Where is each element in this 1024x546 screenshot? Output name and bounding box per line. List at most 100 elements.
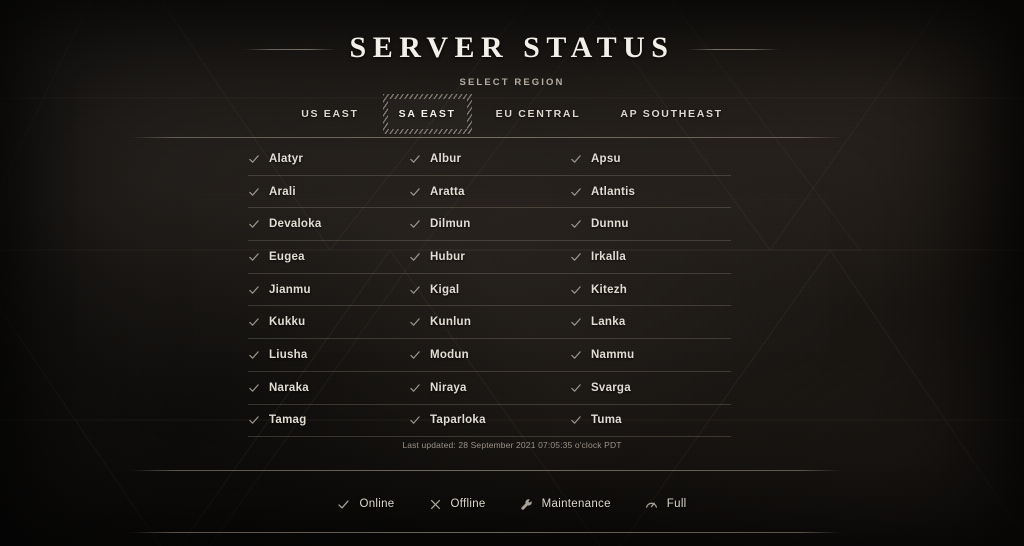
server-name: Modun: [430, 348, 469, 361]
server-entry: Nammu: [570, 349, 731, 361]
last-updated-text: Last updated: 28 September 2021 07:05:35…: [402, 440, 622, 450]
server-name: Eugea: [269, 250, 305, 263]
server-name: Naraka: [269, 381, 309, 394]
check-icon: [337, 498, 350, 511]
check-icon: [409, 284, 421, 296]
server-entry: Taparloka: [409, 414, 570, 426]
check-icon: [409, 153, 421, 165]
check-icon: [409, 316, 421, 328]
server-entry: Dunnu: [570, 218, 731, 230]
server-name: Nammu: [591, 348, 635, 361]
status-legend: Online Offline Maintenance Full: [0, 489, 1024, 519]
server-entry: Naraka: [248, 382, 409, 394]
legend-item-maintenance: Maintenance: [520, 498, 611, 511]
check-icon: [248, 382, 260, 394]
server-name: Apsu: [591, 152, 621, 165]
server-entry: Irkalla: [570, 251, 731, 263]
server-name: Arali: [269, 185, 296, 198]
select-region-label: SELECT REGION: [459, 77, 565, 88]
server-row: Arali Aratta Atlantis: [248, 176, 731, 209]
server-list: Alatyr Albur Apsu Arali Aratta Atlantis Devalo…: [248, 143, 731, 438]
check-icon: [248, 186, 260, 198]
check-icon: [409, 251, 421, 263]
legend-label: Offline: [450, 498, 486, 510]
region-tab-sa-east[interactable]: SA EAST: [379, 98, 476, 130]
divider-legend-bottom: [130, 532, 842, 533]
region-tab-label: EU CENTRAL: [495, 107, 581, 120]
server-entry: Niraya: [409, 382, 570, 394]
region-tabs: US EAST SA EAST EU CENTRAL AP SOUTHEAST: [0, 96, 1024, 131]
server-name: Aratta: [430, 185, 465, 198]
server-name: Alatyr: [269, 152, 304, 165]
server-name: Kitezh: [591, 283, 627, 296]
server-entry: Alatyr: [248, 153, 409, 165]
server-name: Tuma: [591, 414, 622, 427]
region-tab-label: AP SOUTHEAST: [620, 107, 723, 120]
check-icon: [248, 218, 260, 230]
server-name: Dilmun: [430, 218, 471, 231]
server-name: Lanka: [591, 316, 626, 329]
server-entry: Albur: [409, 153, 570, 165]
title-rule-left: [243, 48, 336, 50]
server-entry: Kitezh: [570, 284, 731, 296]
divider-top: [130, 137, 842, 138]
legend-label: Full: [666, 498, 687, 510]
wrench-icon: [520, 498, 533, 511]
server-entry: Apsu: [570, 153, 731, 165]
server-entry: Lanka: [570, 316, 731, 328]
server-name: Jianmu: [269, 283, 311, 296]
check-icon: [570, 153, 582, 165]
check-icon: [248, 316, 260, 328]
server-entry: Tamag: [248, 414, 409, 426]
server-name: Kunlun: [430, 316, 472, 329]
server-name: Taparloka: [430, 414, 486, 427]
check-icon: [570, 186, 582, 198]
server-row: Liusha Modun Nammu: [248, 339, 731, 372]
legend-label: Maintenance: [541, 498, 611, 510]
server-entry: Kigal: [409, 284, 570, 296]
server-status-page: SERVER STATUS SELECT REGION US EAST SA E…: [0, 0, 1024, 546]
server-row: Naraka Niraya Svarga: [248, 372, 731, 405]
server-name: Kukku: [269, 316, 306, 329]
server-name: Kigal: [430, 283, 460, 296]
check-icon: [570, 284, 582, 296]
legend-item-full: Full: [645, 498, 687, 511]
server-entry: Aratta: [409, 186, 570, 198]
server-name: Liusha: [269, 348, 308, 361]
server-entry: Dilmun: [409, 218, 570, 230]
check-icon: [570, 349, 582, 361]
check-icon: [409, 382, 421, 394]
page-title: SERVER STATUS: [349, 31, 675, 64]
region-tab-ap-southeast[interactable]: AP SOUTHEAST: [600, 98, 742, 130]
check-icon: [409, 186, 421, 198]
server-entry: Liusha: [248, 349, 409, 361]
server-entry: Tuma: [570, 414, 731, 426]
page-header: SERVER STATUS: [0, 31, 1024, 67]
server-entry: Kunlun: [409, 316, 570, 328]
region-tab-eu-central[interactable]: EU CENTRAL: [476, 98, 601, 130]
legend-item-online: Online: [337, 498, 394, 511]
server-row: Eugea Hubur Irkalla: [248, 241, 731, 274]
server-entry: Devaloka: [248, 218, 409, 230]
check-icon: [570, 251, 582, 263]
server-name: Svarga: [591, 381, 631, 394]
server-name: Irkalla: [591, 250, 626, 263]
check-icon: [570, 218, 582, 230]
legend-label: Online: [359, 498, 395, 510]
server-row: Jianmu Kigal Kitezh: [248, 274, 731, 307]
region-tab-us-east[interactable]: US EAST: [281, 98, 378, 130]
check-icon: [248, 414, 260, 426]
server-entry: Svarga: [570, 382, 731, 394]
legend-item-offline: Offline: [429, 498, 486, 511]
server-name: Niraya: [430, 381, 467, 394]
cross-icon: [429, 498, 442, 511]
region-tab-label: SA EAST: [398, 107, 456, 120]
server-row: Kukku Kunlun Lanka: [248, 306, 731, 340]
title-rule-right: [688, 48, 781, 50]
server-row: Tamag Taparloka Tuma: [248, 405, 731, 438]
check-icon: [570, 414, 582, 426]
check-icon: [248, 153, 260, 165]
check-icon: [248, 349, 260, 361]
check-icon: [570, 316, 582, 328]
check-icon: [409, 414, 421, 426]
